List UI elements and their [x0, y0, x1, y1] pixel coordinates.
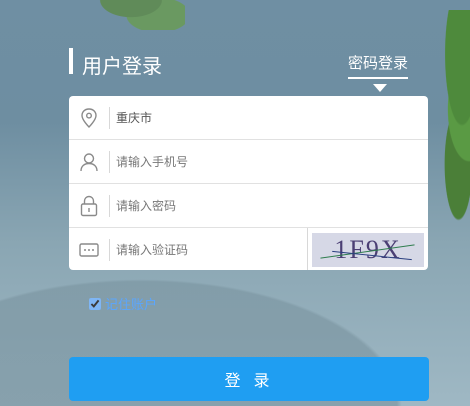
- remember-label: 记住账户: [105, 298, 158, 313]
- title-accent-bar: [69, 48, 73, 74]
- login-button[interactable]: 登 录: [69, 357, 429, 401]
- tab-indicator-arrow: [373, 84, 387, 92]
- captcha-icon: [69, 228, 109, 270]
- login-form: 重庆市 请输入手机号 请输入验证码 1F9X: [69, 96, 428, 270]
- city-field[interactable]: 重庆市: [116, 109, 296, 126]
- city-row[interactable]: 重庆市: [69, 96, 428, 140]
- captcha-image[interactable]: 1F9X: [312, 232, 424, 267]
- captcha-image-container: 1F9X: [307, 228, 428, 270]
- row-separator: [109, 194, 110, 217]
- background-leaves-left: [95, 0, 185, 30]
- remember-account[interactable]: 记住账户: [89, 294, 157, 313]
- row-separator: [109, 150, 110, 173]
- user-icon: [69, 140, 109, 183]
- captcha-input[interactable]: [116, 242, 266, 257]
- tab-password-login[interactable]: 密码登录: [348, 52, 409, 79]
- location-pin-icon: [69, 96, 109, 139]
- password-input[interactable]: [116, 198, 296, 213]
- captcha-row: 1F9X: [69, 228, 428, 270]
- row-separator: [109, 238, 110, 261]
- remember-checkbox[interactable]: [89, 297, 101, 310]
- phone-input[interactable]: [116, 154, 296, 169]
- lock-icon: [69, 184, 109, 227]
- phone-row: [69, 140, 428, 184]
- password-row: [69, 184, 428, 228]
- page-title: 用户登录: [82, 54, 162, 78]
- row-separator: [109, 106, 110, 129]
